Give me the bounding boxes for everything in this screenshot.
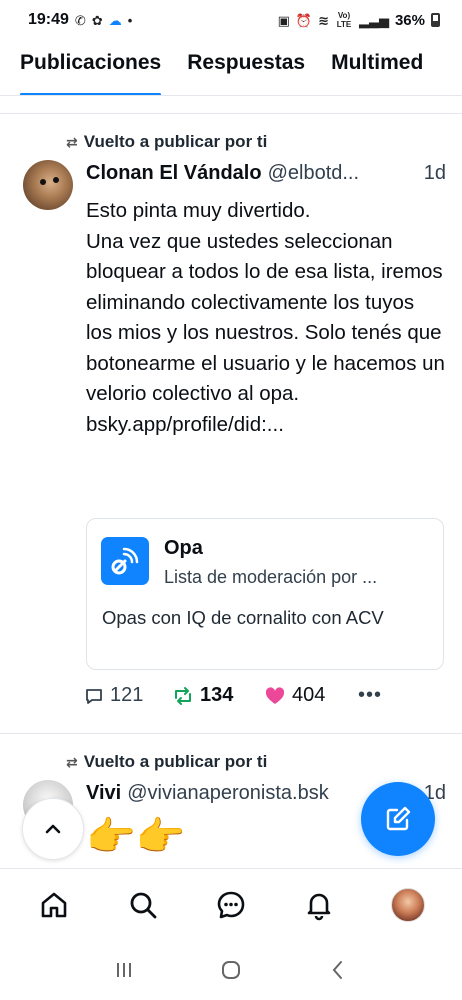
feed-post[interactable]: ⇄ Vuelto a publicar por ti Clonan El Ván… — [0, 113, 462, 733]
repost-label: Vuelto a publicar por ti — [83, 752, 268, 771]
feed[interactable]: ⇄ Vuelto a publicar por ti Clonan El Ván… — [0, 96, 462, 868]
like-button[interactable]: 404 — [264, 684, 358, 707]
home-icon — [41, 892, 67, 917]
tab-publicaciones[interactable]: Publicaciones — [20, 40, 162, 95]
avatar-eye — [40, 179, 46, 185]
chevron-up-icon — [45, 824, 61, 834]
lte-icon: Vo) LTE — [336, 11, 352, 29]
nav-home[interactable] — [24, 875, 84, 935]
more-options-button[interactable]: ••• — [358, 684, 382, 707]
status-bar: 19:49 ✆ ✿ ☁ • ▣ ⏰ ≋ Vo) LTE ▂▃▅ 36% — [0, 0, 462, 40]
repost-icon — [175, 686, 191, 705]
dot-icon: • — [127, 12, 133, 28]
like-count: 404 — [292, 684, 326, 706]
embed-description: Opas con IQ de cornalito con ACV — [102, 607, 384, 628]
post-text: Esto pinta muy divertido. Una vez que us… — [86, 196, 446, 440]
battery-icon — [431, 13, 440, 27]
app-notification-icon: ✿ — [91, 12, 103, 28]
nav-search[interactable] — [113, 875, 173, 935]
recent-apps-icon[interactable] — [112, 958, 136, 982]
embed-title: Opa — [164, 537, 203, 559]
post-author-line[interactable]: Clonan El Vándalo @elbotd... 1d — [86, 162, 446, 185]
heart-icon — [265, 686, 285, 704]
profile-tabs: Publicaciones Respuestas Multimed — [0, 40, 462, 96]
post-text-line: Una vez que ustedes seleccionan bloquear… — [86, 229, 445, 406]
post-text-line: Esto pinta muy divertido. — [86, 199, 311, 222]
nav-chat[interactable] — [201, 875, 261, 935]
reply-count: 121 — [110, 684, 144, 706]
moderation-list-icon — [101, 537, 149, 585]
author-handle[interactable]: @elbotd... — [268, 162, 359, 185]
post-link[interactable]: bsky.app/profile/did:... — [86, 410, 446, 441]
repost-count: 134 — [200, 684, 234, 706]
whatsapp-icon: ✆ — [74, 12, 86, 28]
author-handle[interactable]: @vivianaperonista.bsk — [127, 782, 329, 805]
tab-multimedia[interactable]: Multimed — [331, 40, 423, 95]
reply-icon — [86, 688, 102, 704]
bottom-nav — [0, 868, 462, 940]
repost-small-icon: ⇄ — [66, 133, 78, 150]
search-icon — [130, 892, 156, 918]
compose-icon — [386, 806, 411, 831]
repost-label: Vuelto a publicar por ti — [83, 132, 268, 151]
avatar-eye — [53, 177, 59, 183]
scroll-to-top-button[interactable] — [22, 798, 84, 860]
repost-small-icon: ⇄ — [66, 753, 78, 770]
ellipsis-icon: ••• — [358, 684, 383, 706]
alarm-icon: ⏰ — [295, 12, 313, 28]
reply-button[interactable]: 121 — [84, 684, 172, 707]
repost-button[interactable]: 134 — [172, 684, 264, 707]
lock-icon: ▣ — [277, 12, 290, 28]
post-text: 👉👉 — [86, 815, 186, 859]
tab-respuestas[interactable]: Respuestas — [187, 40, 305, 95]
author-name[interactable]: Vivi — [86, 782, 121, 805]
signal-icon: ▂▃▅ — [358, 12, 389, 28]
list-embed-card[interactable]: Opa Lista de moderación por ... Opas con… — [86, 518, 444, 670]
back-icon[interactable] — [326, 958, 350, 982]
nav-notifications[interactable] — [289, 875, 349, 935]
repost-indicator: ⇄ Vuelto a publicar por ti — [66, 752, 267, 772]
nav-profile[interactable] — [378, 875, 438, 935]
profile-avatar — [390, 887, 425, 922]
system-nav-bar — [0, 940, 462, 1000]
bell-icon — [308, 893, 331, 920]
repost-indicator: ⇄ Vuelto a publicar por ti — [66, 132, 267, 152]
embed-subtitle: Lista de moderación por ... — [164, 567, 378, 587]
battery-percent: 36% — [394, 11, 425, 29]
chat-icon — [217, 891, 245, 918]
post-actions: 121 134 404 ••• — [84, 684, 382, 707]
compose-button[interactable] — [361, 782, 435, 856]
wifi-icon: ≋ — [318, 12, 329, 28]
avatar[interactable] — [23, 160, 73, 210]
post-time: 1d — [419, 162, 446, 185]
cloud-icon: ☁ — [108, 12, 122, 28]
status-time: 19:49 — [28, 11, 69, 28]
author-name[interactable]: Clonan El Vándalo — [86, 162, 262, 185]
home-system-icon[interactable] — [219, 958, 243, 982]
